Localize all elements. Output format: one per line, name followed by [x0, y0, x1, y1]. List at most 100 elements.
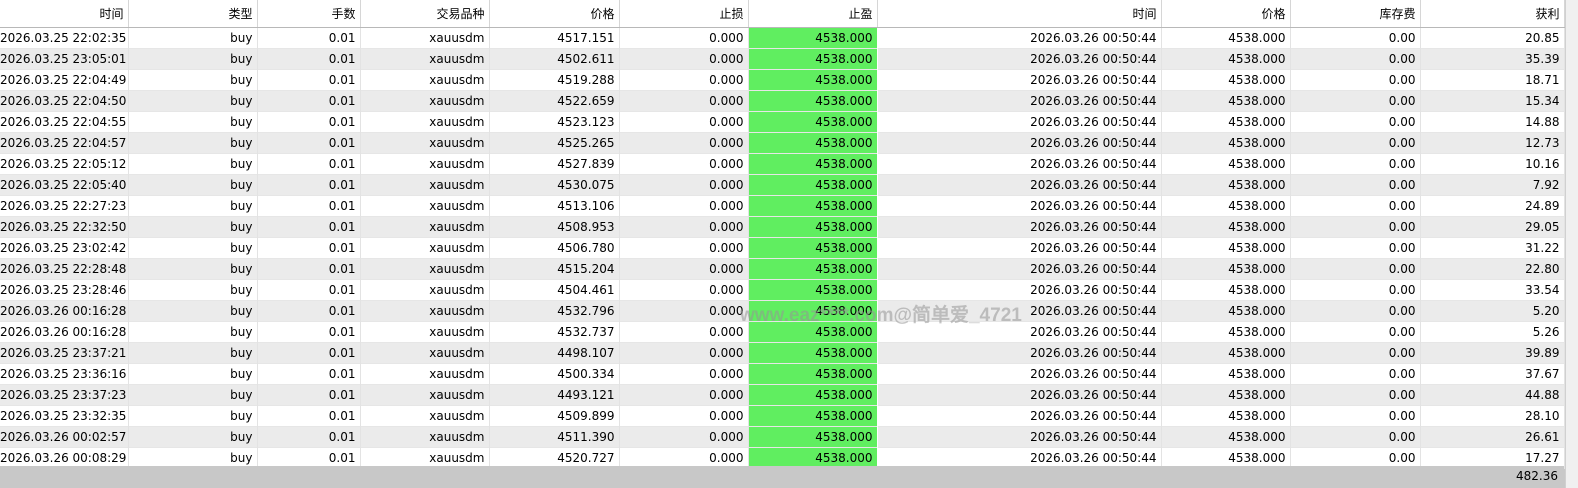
- cell-profit: 26.61: [1420, 426, 1565, 447]
- table-row[interactable]: 2026.03.25 23:05:01 buy 0.01 xauusdm 4502.61…: [0, 48, 1565, 69]
- table-row[interactable]: 2026.03.25 23:28:46 buy 0.01 xauusdm 4504.46…: [0, 279, 1565, 300]
- cell-close-price: 4538.000: [1161, 300, 1291, 321]
- table-row[interactable]: 2026.03.25 22:28:48 buy 0.01 xauusdm 4515.20…: [0, 258, 1565, 279]
- column-header-profit[interactable]: 获利: [1420, 0, 1565, 28]
- cell-volume: 0.01: [257, 216, 361, 237]
- cell-take-profit: 4538.000: [747, 90, 878, 111]
- cell-profit: 15.34: [1420, 90, 1565, 111]
- cell-close-time: 2026.03.26 00:50:44: [877, 174, 1162, 195]
- cell-profit: 37.67: [1420, 363, 1565, 384]
- table-row[interactable]: 2026.03.26 00:08:29 buy 0.01 xauusdm 4520.72…: [0, 447, 1565, 468]
- cell-stop-loss: 0.000: [619, 48, 749, 69]
- cell-profit: 29.05: [1420, 216, 1565, 237]
- column-header-swap[interactable]: 库存费: [1290, 0, 1421, 28]
- column-header-take-profit[interactable]: 止盈: [748, 0, 878, 28]
- cell-stop-loss: 0.000: [619, 342, 749, 363]
- table-row[interactable]: 2026.03.25 22:04:55 buy 0.01 xauusdm 4523.12…: [0, 111, 1565, 132]
- table-row[interactable]: 2026.03.25 23:37:21 buy 0.01 xauusdm 4498.10…: [0, 342, 1565, 363]
- column-header-volume[interactable]: 手数: [257, 0, 361, 28]
- cell-swap: 0.00: [1290, 216, 1421, 237]
- cell-swap: 0.00: [1290, 342, 1421, 363]
- cell-swap: 0.00: [1290, 48, 1421, 69]
- cell-open-time: 2026.03.25 22:04:50: [0, 90, 129, 111]
- trade-history-table: 时间 类型 手数 交易品种 价格 止损 止盈 时间 价格 库存费 获利 2026.03.25 22:…: [0, 0, 1565, 469]
- cell-close-time: 2026.03.26 00:50:44: [877, 384, 1162, 405]
- column-header-type[interactable]: 类型: [128, 0, 258, 28]
- table-row[interactable]: 2026.03.25 22:04:57 buy 0.01 xauusdm 4525.26…: [0, 132, 1565, 153]
- cell-type: buy: [128, 48, 258, 69]
- column-header-stop-loss[interactable]: 止损: [619, 0, 749, 28]
- cell-open-time: 2026.03.26 00:16:28: [0, 300, 129, 321]
- cell-symbol: xauusdm: [360, 174, 490, 195]
- table-row[interactable]: 2026.03.25 23:32:35 buy 0.01 xauusdm 4509.89…: [0, 405, 1565, 426]
- cell-volume: 0.01: [257, 363, 361, 384]
- cell-open-time: 2026.03.25 22:28:48: [0, 258, 129, 279]
- cell-close-price: 4538.000: [1161, 447, 1291, 468]
- cell-type: buy: [128, 237, 258, 258]
- cell-take-profit: 4538.000: [747, 363, 878, 384]
- cell-open-time: 2026.03.25 22:04:49: [0, 69, 129, 90]
- cell-profit: 10.16: [1420, 153, 1565, 174]
- cell-swap: 0.00: [1290, 405, 1421, 426]
- cell-open-time: 2026.03.25 22:05:40: [0, 174, 129, 195]
- column-header-close-price[interactable]: 价格: [1161, 0, 1291, 28]
- cell-volume: 0.01: [257, 426, 361, 447]
- table-row[interactable]: 2026.03.25 23:02:42 buy 0.01 xauusdm 4506.78…: [0, 237, 1565, 258]
- cell-type: buy: [128, 195, 258, 216]
- cell-stop-loss: 0.000: [619, 258, 749, 279]
- cell-type: buy: [128, 447, 258, 468]
- cell-stop-loss: 0.000: [619, 216, 749, 237]
- cell-profit: 7.92: [1420, 174, 1565, 195]
- cell-swap: 0.00: [1290, 300, 1421, 321]
- cell-close-price: 4538.000: [1161, 153, 1291, 174]
- table-row[interactable]: 2026.03.26 00:16:28 buy 0.01 xauusdm 4532.73…: [0, 321, 1565, 342]
- column-header-open-price[interactable]: 价格: [489, 0, 620, 28]
- cell-close-price: 4538.000: [1161, 174, 1291, 195]
- cell-close-price: 4538.000: [1161, 258, 1291, 279]
- cell-profit: 17.27: [1420, 447, 1565, 468]
- cell-stop-loss: 0.000: [619, 132, 749, 153]
- cell-type: buy: [128, 90, 258, 111]
- cell-symbol: xauusdm: [360, 27, 490, 48]
- cell-symbol: xauusdm: [360, 153, 490, 174]
- table-row[interactable]: 2026.03.25 23:37:23 buy 0.01 xauusdm 4493.12…: [0, 384, 1565, 405]
- table-row[interactable]: 2026.03.25 22:05:12 buy 0.01 xauusdm 4527.83…: [0, 153, 1565, 174]
- cell-swap: 0.00: [1290, 27, 1421, 48]
- cell-stop-loss: 0.000: [619, 195, 749, 216]
- cell-swap: 0.00: [1290, 321, 1421, 342]
- table-row[interactable]: 2026.03.25 23:36:16 buy 0.01 xauusdm 4500.33…: [0, 363, 1565, 384]
- cell-open-time: 2026.03.25 23:05:01: [0, 48, 129, 69]
- cell-open-price: 4493.121: [489, 384, 620, 405]
- table-row[interactable]: 2026.03.26 00:02:57 buy 0.01 xauusdm 4511.39…: [0, 426, 1565, 447]
- cell-close-time: 2026.03.26 00:50:44: [877, 279, 1162, 300]
- cell-symbol: xauusdm: [360, 195, 490, 216]
- cell-take-profit: 4538.000: [747, 321, 878, 342]
- cell-open-price: 4519.288: [489, 69, 620, 90]
- cell-close-time: 2026.03.26 00:50:44: [877, 300, 1162, 321]
- table-row[interactable]: 2026.03.26 00:16:28 buy 0.01 xauusdm 4532.79…: [0, 300, 1565, 321]
- cell-close-time: 2026.03.26 00:50:44: [877, 27, 1162, 48]
- cell-profit: 12.73: [1420, 132, 1565, 153]
- vertical-scrollbar[interactable]: [1565, 0, 1578, 488]
- table-row[interactable]: 2026.03.25 22:27:23 buy 0.01 xauusdm 4513.10…: [0, 195, 1565, 216]
- cell-stop-loss: 0.000: [619, 363, 749, 384]
- column-header-close-time[interactable]: 时间: [877, 0, 1162, 28]
- table-row[interactable]: 2026.03.25 22:02:35 buy 0.01 xauusdm 4517.15…: [0, 27, 1565, 48]
- column-header-symbol[interactable]: 交易品种: [360, 0, 490, 28]
- cell-open-price: 4525.265: [489, 132, 620, 153]
- cell-close-price: 4538.000: [1161, 90, 1291, 111]
- cell-close-time: 2026.03.26 00:50:44: [877, 111, 1162, 132]
- cell-take-profit: 4538.000: [747, 48, 878, 69]
- cell-take-profit: 4538.000: [747, 342, 878, 363]
- table-row[interactable]: 2026.03.25 22:04:50 buy 0.01 xauusdm 4522.65…: [0, 90, 1565, 111]
- table-row[interactable]: 2026.03.25 22:05:40 buy 0.01 xauusdm 4530.07…: [0, 174, 1565, 195]
- cell-open-time: 2026.03.25 23:37:21: [0, 342, 129, 363]
- table-row[interactable]: 2026.03.25 22:04:49 buy 0.01 xauusdm 4519.28…: [0, 69, 1565, 90]
- cell-open-time: 2026.03.25 23:37:23: [0, 384, 129, 405]
- cell-open-price: 4502.611: [489, 48, 620, 69]
- table-row[interactable]: 2026.03.25 22:32:50 buy 0.01 xauusdm 4508.95…: [0, 216, 1565, 237]
- column-header-open-time[interactable]: 时间: [0, 0, 129, 28]
- cell-volume: 0.01: [257, 447, 361, 468]
- cell-take-profit: 4538.000: [747, 216, 878, 237]
- cell-take-profit: 4538.000: [747, 384, 878, 405]
